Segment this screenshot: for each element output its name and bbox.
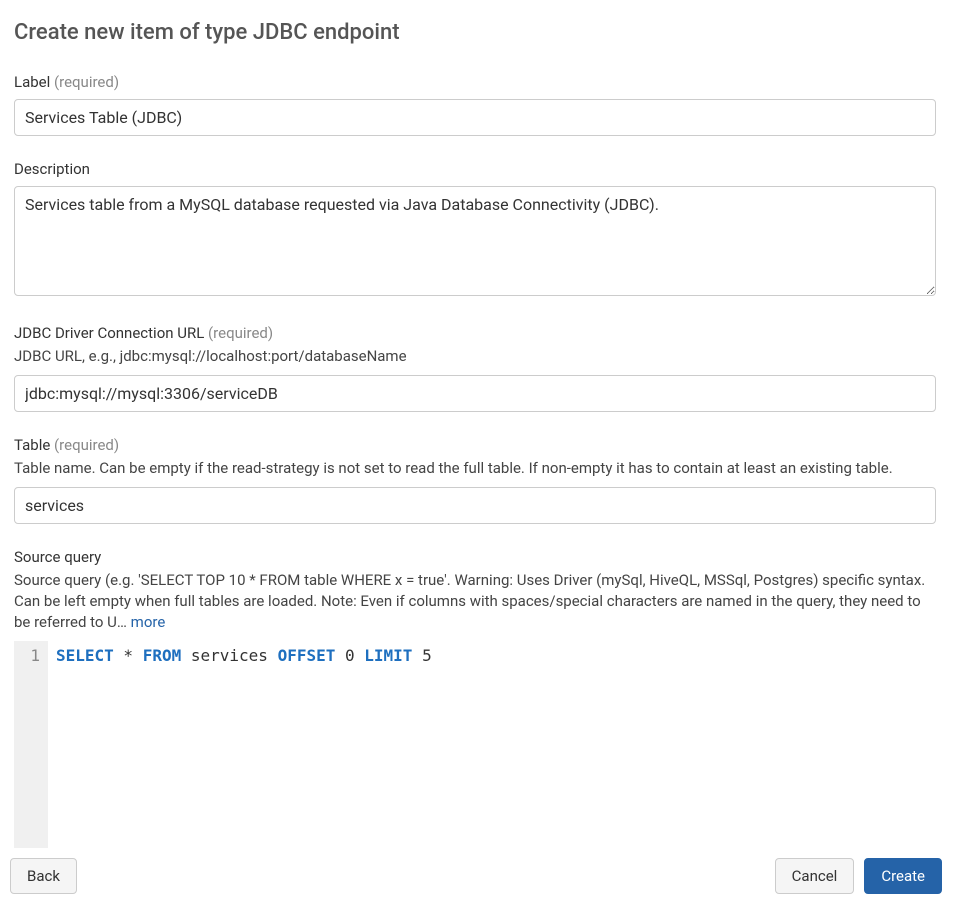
jdbc-url-input[interactable] (14, 375, 936, 412)
field-source-query: Source query Source query (e.g. 'SELECT … (14, 548, 936, 848)
table-label: Table (required) (14, 436, 936, 454)
description-label: Description (14, 160, 936, 178)
line-number-1: 1 (24, 645, 40, 667)
table-label-text: Table (14, 436, 50, 454)
source-query-editor[interactable]: 1 SELECT * FROM services OFFSET 0 LIMIT … (14, 641, 936, 848)
cancel-button[interactable]: Cancel (775, 858, 855, 894)
sql-token: 5 (412, 646, 431, 665)
back-button[interactable]: Back (10, 858, 77, 894)
form-scroll-area[interactable]: Create new item of type JDBC endpoint La… (0, 0, 954, 848)
source-query-more-link[interactable]: more (131, 613, 166, 631)
source-query-help: Source query (e.g. 'SELECT TOP 10 * FROM… (14, 570, 936, 633)
footer-bar: Back Cancel Create (0, 848, 954, 906)
field-jdbc-url: JDBC Driver Connection URL (required) JD… (14, 324, 936, 412)
label-required: (required) (54, 73, 119, 91)
table-help: Table name. Can be empty if the read-str… (14, 458, 936, 479)
field-table: Table (required) Table name. Can be empt… (14, 436, 936, 524)
sql-keyword: SELECT (56, 646, 114, 665)
jdbc-url-label: JDBC Driver Connection URL (required) (14, 324, 936, 342)
table-required: (required) (54, 436, 119, 454)
sql-token: services (181, 646, 277, 665)
sql-token: 0 (335, 646, 364, 665)
field-label: Label (required) (14, 73, 936, 136)
sql-keyword: LIMIT (364, 646, 412, 665)
table-input[interactable] (14, 487, 936, 524)
jdbc-url-label-text: JDBC Driver Connection URL (14, 324, 204, 342)
label-label: Label (required) (14, 73, 936, 91)
source-query-label: Source query (14, 548, 936, 566)
page-title: Create new item of type JDBC endpoint (14, 20, 936, 45)
field-description: Description Services table from a MySQL … (14, 160, 936, 300)
jdbc-url-required: (required) (208, 324, 273, 342)
create-button[interactable]: Create (864, 858, 942, 894)
code-content[interactable]: SELECT * FROM services OFFSET 0 LIMIT 5 (48, 641, 936, 848)
label-input[interactable] (14, 99, 936, 136)
sql-token: * (114, 646, 143, 665)
label-label-text: Label (14, 73, 50, 91)
jdbc-url-help: JDBC URL, e.g., jdbc:mysql://localhost:p… (14, 346, 936, 367)
description-textarea[interactable]: Services table from a MySQL database req… (14, 186, 936, 296)
sql-keyword: OFFSET (278, 646, 336, 665)
code-gutter: 1 (14, 641, 48, 848)
sql-keyword: FROM (143, 646, 182, 665)
